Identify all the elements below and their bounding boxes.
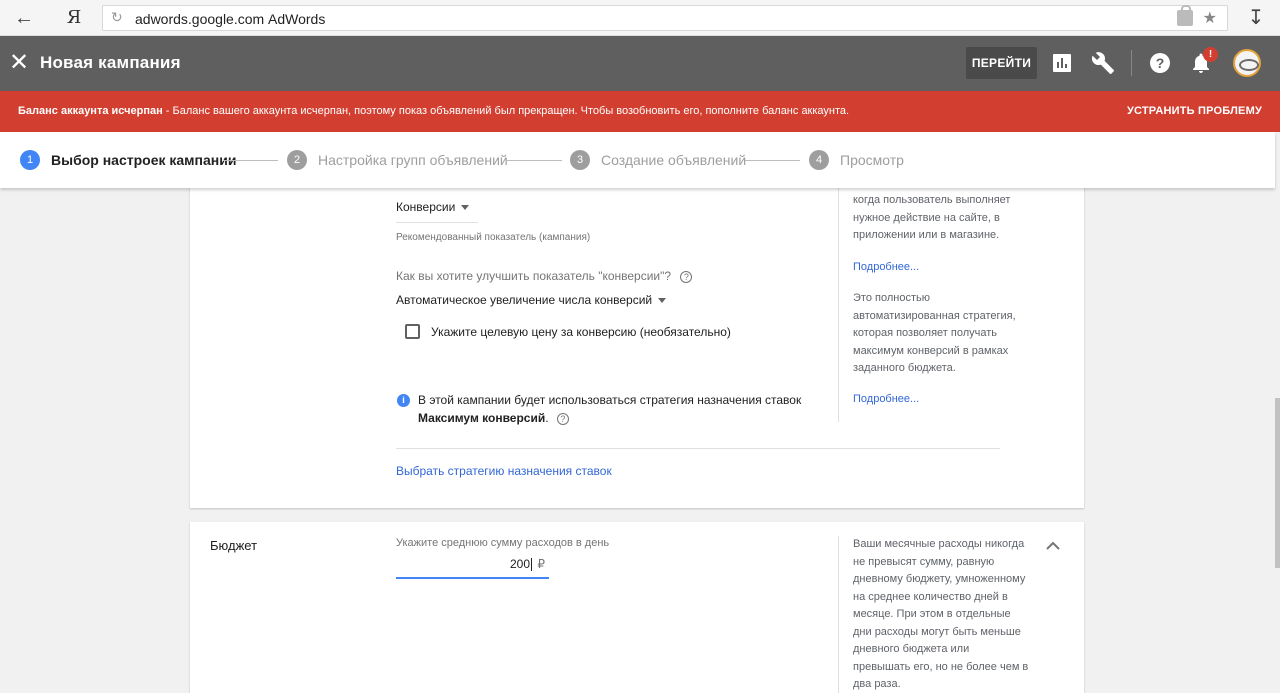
caret-down-icon — [658, 298, 667, 304]
notification-badge: ! — [1203, 47, 1218, 62]
target-cpa-checkbox[interactable] — [405, 324, 420, 339]
step-connector — [507, 160, 562, 161]
tools-wrench-icon[interactable] — [1091, 51, 1115, 75]
strategy-info-text: В этой кампании будет использоваться стр… — [418, 393, 802, 407]
reports-chart-icon[interactable] — [1050, 51, 1074, 75]
metric-dropdown-value: Конверсии — [396, 200, 456, 214]
page-scrollbar[interactable] — [1275, 188, 1280, 693]
select-bidding-strategy-link[interactable]: Выбрать стратегию назначения ставок — [396, 464, 612, 478]
learn-more-link[interactable]: Подробнее... — [853, 393, 919, 405]
strategy-info: В этой кампании будет использоваться стр… — [418, 391, 848, 427]
chevron-up-icon[interactable] — [1045, 540, 1061, 552]
budget-help-text: Ваши месячные расходы никогда не превыся… — [853, 538, 1029, 690]
daily-budget-input[interactable]: 200 ₽ — [396, 553, 549, 579]
address-page-title: AdWords — [268, 11, 326, 27]
step-label: Настройка групп объявлений — [318, 152, 508, 168]
account-balance-alert: Баланс аккаунта исчерпан - Баланс вашего… — [0, 91, 1280, 132]
download-icon[interactable]: ↧ — [1246, 6, 1266, 30]
step-number: 4 — [809, 150, 829, 170]
step-connector — [223, 160, 278, 161]
target-cpa-label: Укажите целевую цену за конверсию (необя… — [431, 325, 731, 339]
lock-icon[interactable] — [1177, 5, 1193, 26]
bookmark-star-icon[interactable]: ★ — [1203, 8, 1217, 28]
back-arrow-icon[interactable]: ← — [12, 6, 36, 30]
help-circle-icon[interactable]: ? — [556, 412, 569, 425]
header-divider — [1131, 50, 1132, 76]
bidding-card: Конверсии Рекомендованный показатель (ка… — [190, 185, 1084, 508]
info-icon: i — [397, 394, 410, 407]
improve-question-text: Как вы хотите улучшить показатель "конве… — [396, 269, 672, 283]
page-title: Новая кампания — [40, 53, 181, 72]
help-circle-icon[interactable]: ? — [680, 270, 693, 283]
sidebar-divider — [838, 185, 839, 422]
improve-question: Как вы хотите улучшить показатель "конве… — [396, 269, 693, 283]
step-label: Создание объявлений — [601, 152, 747, 168]
goto-button[interactable]: ПЕРЕЙТИ — [966, 47, 1037, 79]
campaign-stepper: 1 Выбор настроек кампании 2 Настройка гр… — [0, 132, 1275, 188]
help-icon[interactable]: ? — [1148, 51, 1172, 75]
browser-toolbar: ← Я ↻ adwords.google.com AdWords ★ ↧ — [0, 0, 1280, 36]
step-number: 1 — [20, 150, 40, 170]
improve-strategy-value: Автоматическое увеличение числа конверси… — [396, 293, 653, 307]
yandex-button[interactable]: Я — [62, 6, 86, 30]
alert-strong: Баланс аккаунта исчерпан — [18, 105, 163, 117]
sidebar-help-text: Это полностью автоматизированная стратег… — [853, 292, 1016, 374]
fix-problem-button[interactable]: УСТРАНИТЬ ПРОБЛЕМУ — [1127, 105, 1262, 117]
step-label: Просмотр — [840, 152, 904, 168]
budget-field-label: Укажите среднюю сумму расходов в день — [396, 537, 610, 549]
sidebar-help-text: когда пользователь выполняет нужное дейс… — [853, 194, 1011, 241]
caret-down-icon — [461, 205, 470, 211]
app-header: ✕ Новая кампания ПЕРЕЙТИ ? ! — [0, 36, 1280, 91]
step-number: 2 — [287, 150, 307, 170]
address-bar[interactable]: ↻ adwords.google.com AdWords ★ — [102, 5, 1228, 31]
alert-body: - Баланс вашего аккаунта исчерпан, поэто… — [162, 105, 850, 117]
svg-text:?: ? — [1156, 55, 1165, 71]
metric-dropdown[interactable]: Конверсии — [396, 200, 478, 223]
sidebar-divider — [838, 536, 839, 693]
metric-hint: Рекомендованный показатель (кампания) — [396, 232, 591, 243]
currency-symbol: ₽ — [537, 557, 545, 571]
learn-more-link[interactable]: Подробнее... — [853, 261, 919, 273]
scrollbar-thumb[interactable] — [1275, 398, 1280, 568]
strategy-period: . — [545, 411, 549, 425]
step-number: 3 — [570, 150, 590, 170]
daily-budget-value: 200 — [509, 557, 530, 571]
budget-card: Бюджет Укажите среднюю сумму расходов в … — [190, 522, 1084, 693]
section-divider — [396, 448, 1000, 449]
address-host: adwords.google.com — [135, 11, 265, 27]
step-connector — [745, 160, 800, 161]
strategy-name: Максимум конверсий — [418, 411, 546, 425]
step-label: Выбор настроек кампании — [51, 152, 237, 168]
close-icon[interactable]: ✕ — [8, 49, 30, 77]
budget-section-title: Бюджет — [210, 538, 258, 553]
reload-icon[interactable]: ↻ — [111, 9, 123, 26]
improve-strategy-dropdown[interactable]: Автоматическое увеличение числа конверси… — [396, 293, 667, 315]
alert-message: Баланс аккаунта исчерпан - Баланс вашего… — [18, 105, 849, 117]
account-avatar[interactable] — [1233, 49, 1261, 77]
